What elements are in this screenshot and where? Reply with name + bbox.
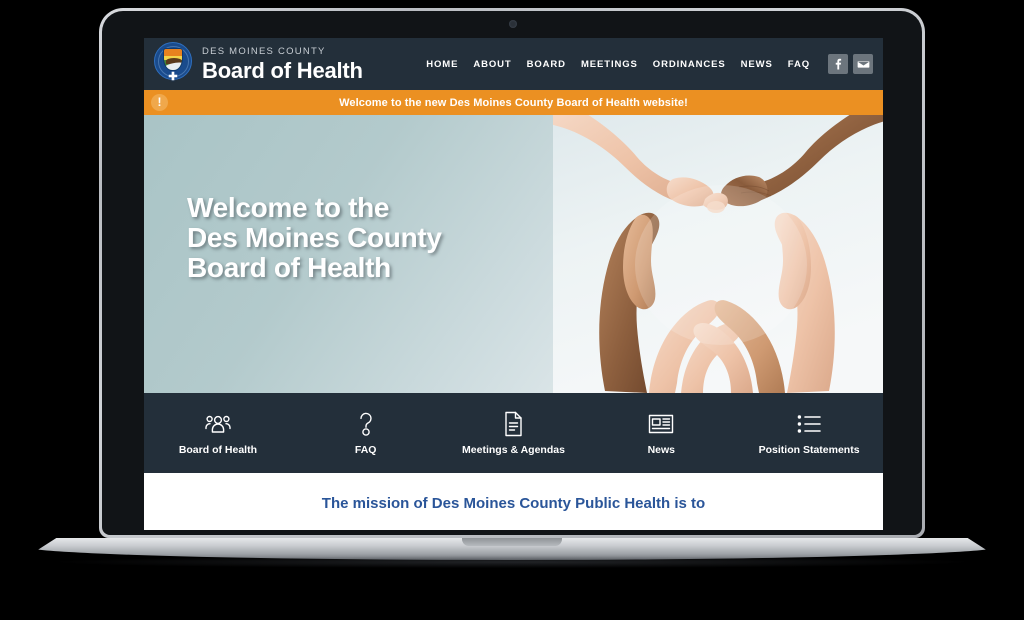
main-navigation: HOME ABOUT BOARD MEETINGS ORDINANCES NEW… [426, 54, 873, 74]
question-mark-icon [356, 411, 376, 437]
alert-exclamation-icon: ! [151, 94, 168, 111]
nav-news[interactable]: NEWS [741, 59, 773, 70]
screenshot-stage: ✚ DES MOINES COUNTY Board of Health HOME… [0, 0, 1024, 620]
quick-link-faq[interactable]: FAQ [292, 411, 440, 456]
list-icon [797, 411, 821, 437]
hero-heading-line-2: Des Moines County [187, 222, 442, 253]
site-header: ✚ DES MOINES COUNTY Board of Health HOME… [144, 38, 883, 90]
nav-home[interactable]: HOME [426, 59, 458, 70]
nav-meetings[interactable]: MEETINGS [581, 59, 638, 70]
nav-faq[interactable]: FAQ [788, 59, 810, 70]
hero-section: Welcome to the Des Moines County Board o… [144, 115, 883, 393]
email-button[interactable] [853, 54, 873, 74]
facebook-icon [832, 58, 844, 70]
facebook-button[interactable] [828, 54, 848, 74]
browser-viewport: ✚ DES MOINES COUNTY Board of Health HOME… [144, 38, 883, 530]
brand-logo-group[interactable]: ✚ DES MOINES COUNTY Board of Health [153, 42, 363, 86]
brand-kicker: DES MOINES COUNTY [202, 46, 326, 57]
brand-title: Board of Health [202, 58, 363, 83]
quick-link-label: Position Statements [758, 443, 860, 456]
document-icon [503, 411, 524, 437]
medical-cross-icon: ✚ [168, 71, 178, 83]
email-icon [857, 58, 870, 71]
site-alert-banner[interactable]: ! Welcome to the new Des Moines County B… [144, 90, 883, 115]
nav-board[interactable]: BOARD [527, 59, 566, 70]
quick-link-label: News [647, 443, 675, 456]
quick-link-label: FAQ [354, 443, 377, 456]
social-button-group [828, 54, 873, 74]
quick-link-board-of-health[interactable]: Board of Health [144, 411, 292, 456]
mission-text: The mission of Des Moines County Public … [321, 495, 706, 512]
laptop-base-notch [462, 538, 562, 546]
webcam-dot [509, 20, 517, 28]
hero-hands-heart-image [553, 115, 883, 393]
brand-text-block: DES MOINES COUNTY Board of Health [202, 45, 363, 83]
seal-shield [163, 48, 183, 71]
hero-heading-line-1: Welcome to the [187, 192, 390, 223]
hero-copy: Welcome to the Des Moines County Board o… [187, 193, 442, 283]
quick-link-label: Meetings & Agendas [462, 443, 565, 456]
hero-heading-line-3: Board of Health [187, 252, 391, 283]
quick-link-label: Board of Health [178, 443, 257, 456]
quick-links-bar: Board of Health FAQ Meetings & Agendas N… [144, 393, 883, 473]
alert-banner-text: Welcome to the new Des Moines County Boa… [339, 96, 688, 109]
laptop-drop-shadow [60, 556, 964, 568]
quick-link-meetings-agendas[interactable]: Meetings & Agendas [440, 411, 588, 456]
quick-link-news[interactable]: News [587, 411, 735, 456]
county-seal-icon: ✚ [153, 42, 193, 86]
nav-ordinances[interactable]: ORDINANCES [653, 59, 726, 70]
nav-about[interactable]: ABOUT [473, 59, 511, 70]
people-icon [205, 411, 231, 437]
mission-section: The mission of Des Moines County Public … [144, 473, 883, 530]
newspaper-icon [648, 411, 674, 437]
hero-heading: Welcome to the Des Moines County Board o… [187, 193, 442, 283]
quick-link-position-statements[interactable]: Position Statements [735, 411, 883, 456]
